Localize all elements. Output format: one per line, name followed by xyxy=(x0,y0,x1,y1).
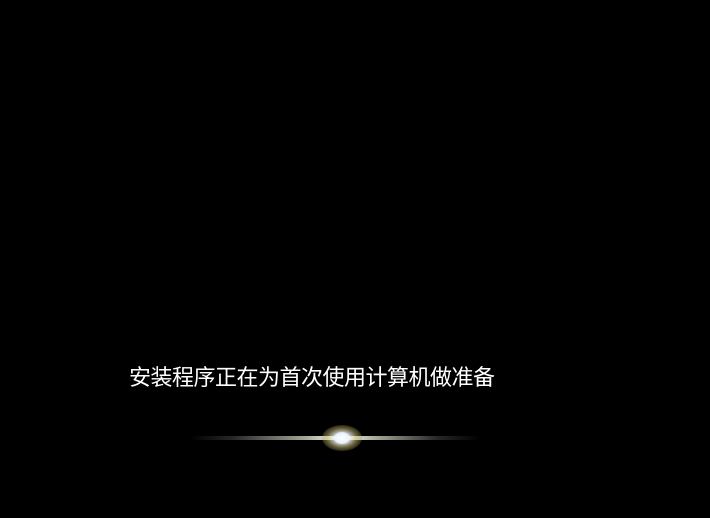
setup-screen: 安装程序正在为首次使用计算机做准备 xyxy=(0,0,710,518)
setup-status-message: 安装程序正在为首次使用计算机做准备 xyxy=(129,366,495,391)
loading-light-core xyxy=(334,432,350,444)
